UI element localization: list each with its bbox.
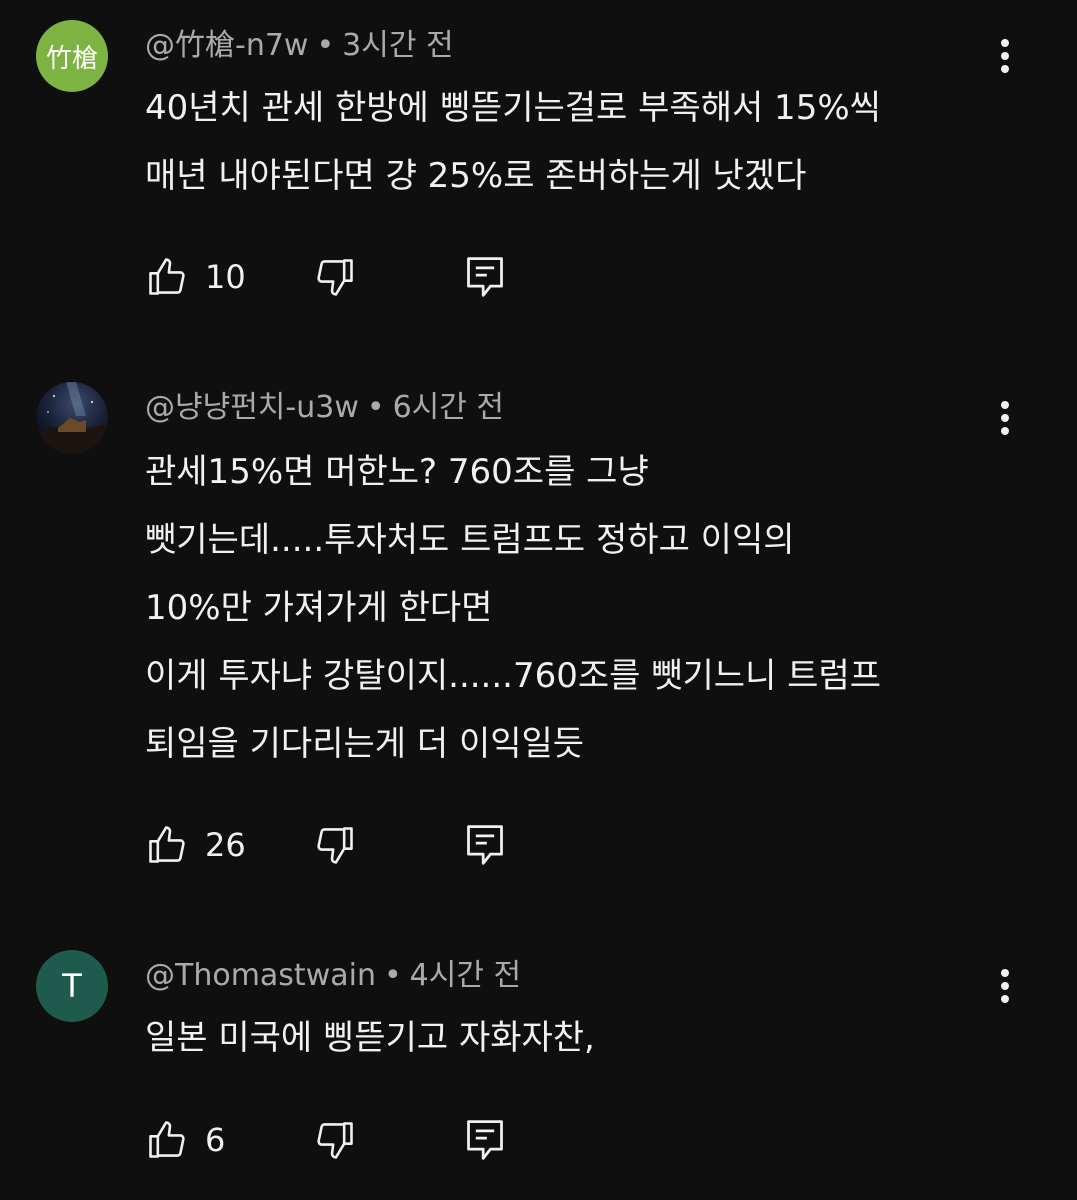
comment-author[interactable]: @竹槍-n7w: [145, 28, 308, 63]
thumbs-down-icon: [317, 827, 353, 864]
comment-meta: @냥냥펀치-u3w • 6시간 전: [145, 388, 504, 428]
comment-text-line: 10%만 가져가게 한다면: [145, 588, 493, 628]
comment-text-line: 일본 미국에 삥뜯기고 자화자찬,: [145, 1018, 595, 1058]
like-count: 6: [205, 1121, 226, 1159]
thumbs-up-icon: [149, 1121, 185, 1158]
comment-text: 일본 미국에 삥뜯기고 자화자찬,: [145, 1004, 1005, 1072]
more-vertical-icon: [1001, 39, 1009, 73]
reply-button[interactable]: [463, 253, 507, 301]
night-sky-photo: [36, 382, 108, 454]
reply-icon: [467, 1120, 503, 1160]
avatar[interactable]: 竹槍: [36, 20, 108, 92]
more-options-button[interactable]: [988, 964, 1022, 1008]
comment-text-line: 매년 내야된다면 걍 25%로 존버하는게 낫겠다: [145, 156, 807, 196]
comment-time: 6시간 전: [392, 390, 505, 425]
dislike-button[interactable]: [313, 253, 357, 301]
comment-time: 4시간 전: [409, 958, 522, 993]
comment-actions: 26: [145, 821, 545, 869]
dislike-button[interactable]: [313, 821, 357, 869]
avatar-initials: T: [62, 967, 82, 1005]
like-button[interactable]: 26: [145, 821, 246, 869]
meta-separator: •: [316, 28, 335, 63]
more-options-button[interactable]: [988, 34, 1022, 78]
reply-button[interactable]: [463, 821, 507, 869]
comment-text-line: 퇴임을 기다리는게 더 이익일듯: [145, 724, 585, 764]
reply-button[interactable]: [463, 1116, 507, 1164]
comment-meta: @竹槍-n7w • 3시간 전: [145, 26, 454, 66]
comment-text-line: 관세15%면 머한노? 760조를 그냥: [145, 452, 649, 492]
comment-text-line: 40년치 관세 한방에 삥뜯기는걸로 부족해서 15%씩: [145, 88, 881, 128]
like-count: 10: [205, 258, 246, 296]
avatar-initials: 竹槍: [45, 43, 98, 74]
thumbs-up-icon: [149, 826, 185, 863]
reply-icon: [467, 257, 503, 297]
thumbs-down-icon: [317, 1122, 353, 1159]
avatar[interactable]: [36, 382, 108, 454]
thumbs-up-icon: [149, 258, 185, 295]
comment-time: 3시간 전: [342, 28, 454, 63]
avatar[interactable]: T: [36, 950, 108, 1022]
comment-actions: 10: [145, 253, 545, 301]
comment-author[interactable]: @Thomastwain: [145, 958, 376, 993]
like-button[interactable]: 10: [145, 253, 246, 301]
comment-text-line: 이게 투자냐 강탈이지......760조를 뺏기느니 트럼프: [145, 656, 882, 696]
meta-separator: •: [383, 958, 402, 993]
comment-actions: 6: [145, 1116, 545, 1164]
like-count: 26: [205, 826, 246, 864]
comment-text: 40년치 관세 한방에 삥뜯기는걸로 부족해서 15%씩 매년 내야된다면 걍 …: [145, 74, 1005, 210]
comment-text-line: 뺏기는데.....투자처도 트럼프도 정하고 이익의: [145, 520, 795, 560]
dislike-button[interactable]: [313, 1116, 357, 1164]
more-vertical-icon: [1001, 969, 1009, 1003]
like-button[interactable]: 6: [145, 1116, 225, 1164]
reply-icon: [467, 825, 503, 865]
comment-author[interactable]: @냥냥펀치-u3w: [145, 390, 359, 425]
comment-text: 관세15%면 머한노? 760조를 그냥 뺏기는데.....투자처도 트럼프도 …: [145, 438, 1005, 778]
comment-meta: @Thomastwain • 4시간 전: [145, 956, 521, 996]
thumbs-down-icon: [317, 259, 353, 296]
more-vertical-icon: [1001, 401, 1009, 435]
more-options-button[interactable]: [988, 396, 1022, 440]
meta-separator: •: [366, 390, 385, 425]
